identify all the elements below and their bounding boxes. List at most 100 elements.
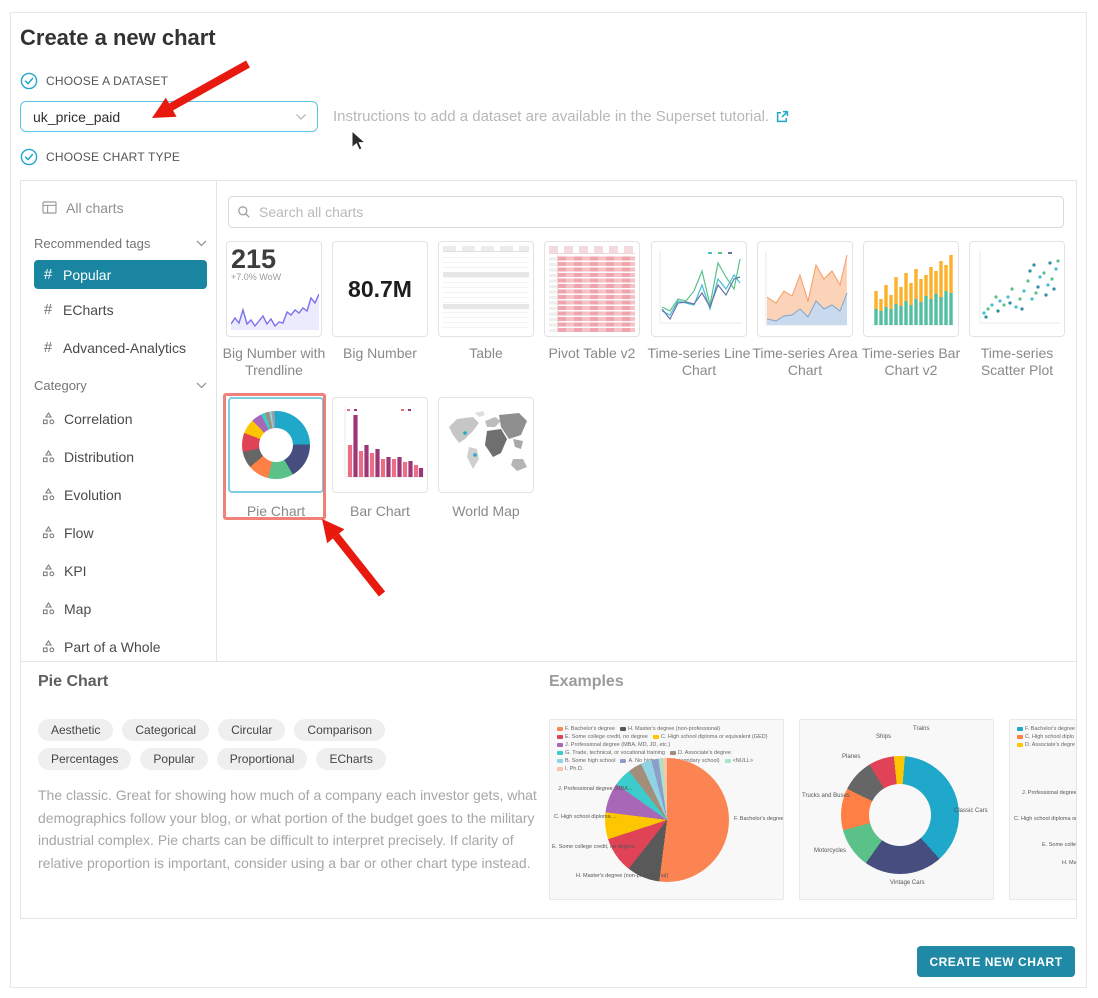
sidebar-item-distribution[interactable]: Distribution [34,442,207,471]
hash-icon: # [42,339,54,356]
legend-item: I. Ph.D. [557,766,583,772]
sidebar-item-label: Part of a Whole [64,639,161,655]
chart-type-card-table[interactable] [438,241,534,337]
example-pie-image-clipped: F. Bachelor's degreeC. High school diplo… [1009,719,1077,900]
chart-type-label[interactable]: Pie Chart [223,503,329,520]
sidebar-item-correlation[interactable]: Correlation [34,404,207,433]
chart-type-card-pie-chart[interactable] [228,397,324,493]
chart-type-card-bar-chart[interactable] [332,397,428,493]
pie-callout: H. Master's degree (non-professional) [576,873,668,879]
sidebar-item-map[interactable]: Map [34,594,207,623]
examples-title: Examples [549,673,624,691]
big-number-preview-value: 215 [231,246,317,272]
chart-type-label[interactable]: Big Number [327,345,433,362]
tag-pill: Categorical [122,719,209,741]
tag-pill: ECharts [316,748,385,770]
sidebar-item-evolution[interactable]: Evolution [34,480,207,509]
group-header-label: Category [34,378,87,393]
category-icon [42,640,55,653]
chevron-down-icon [196,240,207,247]
chart-tags-row-1: AestheticCategoricalCircularComparison [38,719,385,741]
pie-callout: H. Mast [1062,860,1077,866]
sidebar-item-label: Flow [64,525,94,541]
legend-item: D. Associate's degre [1017,742,1075,748]
tag-pill: Aesthetic [38,719,113,741]
hash-icon: # [42,301,54,318]
selected-chart-title: Pie Chart [38,673,108,691]
chart-type-label[interactable]: Bar Chart [327,503,433,520]
chart-type-label[interactable]: Time-series Area Chart [752,345,858,379]
choose-chart-type-step: CHOOSE CHART TYPE [20,148,180,166]
external-link-icon[interactable] [775,110,789,124]
search-icon [237,205,251,219]
chart-type-label[interactable]: Big Number with Trendline [221,345,327,379]
chart-type-label[interactable]: World Map [433,503,539,520]
chart-type-label[interactable]: Pivot Table v2 [539,345,645,362]
category-icon [42,602,55,615]
chart-type-card-world-map[interactable] [438,397,534,493]
legend-item: C. High school diplo [1017,734,1074,740]
pie-callout: C. High school diploma ... [554,814,617,820]
dataset-instructions: Instructions to add a dataset are availa… [333,108,789,125]
sidebar-item-kpi[interactable]: KPI [34,556,207,585]
tag-pill: Percentages [38,748,131,770]
donut-label: Vintage Cars [890,880,925,886]
sidebar-item-echarts[interactable]: # ECharts [34,295,207,324]
sidebar-item-label: KPI [64,563,87,579]
donut-label: Ships [876,734,891,740]
trendline-sparkline [231,286,319,332]
category-icon [42,488,55,501]
chart-type-card-ts-line[interactable] [651,241,747,337]
chart-type-card-big-number[interactable]: 80.7M [332,241,428,337]
sidebar-item-label: Map [64,601,91,617]
tag-pill: Popular [140,748,207,770]
tag-pill: Circular [218,719,285,741]
check-circle-icon [20,148,38,166]
create-chart-page: Create a new chart CHOOSE A DATASET uk_p… [0,0,1098,998]
donut-label: Classic Cars [954,808,988,814]
details-divider [21,661,1076,662]
sidebar-item-popular[interactable]: # Popular [34,260,207,289]
chart-type-label[interactable]: Time-series Scatter Plot [964,345,1070,379]
bar-chart-preview [337,402,425,490]
dataset-instructions-text: Instructions to add a dataset are availa… [333,108,769,125]
chart-type-label[interactable]: Time-series Line Chart [646,345,752,379]
table-preview [443,246,529,332]
group-header-category[interactable]: Category [34,378,207,393]
bar-chart-v2-preview [868,246,956,334]
dataset-select[interactable]: uk_price_paid [20,101,318,132]
legend-item: <NULL> [725,758,754,764]
example-pie [605,758,729,882]
example-donut-image: Trains Ships Planes Trucks and Buses Mot… [799,719,994,900]
search-input[interactable] [228,196,1064,228]
chart-type-card-ts-area[interactable] [757,241,853,337]
chart-type-label[interactable]: Time-series Bar Chart v2 [858,345,964,379]
sidebar-item-label: Evolution [64,487,122,503]
donut-label: Planes [842,754,860,760]
group-header-recommended-tags[interactable]: Recommended tags [34,236,207,251]
hash-icon: # [42,266,54,283]
chart-type-card-ts-scatter[interactable] [969,241,1065,337]
chart-type-card-ts-bar[interactable] [863,241,959,337]
pie-callout: J. Professional degree (MBA... [558,786,633,792]
tag-pill: Proportional [217,748,308,770]
chevron-down-icon [295,113,307,121]
category-icon [42,564,55,577]
chart-type-card-big-number-trendline[interactable]: 215 +7.0% WoW [226,241,322,337]
check-circle-icon [20,72,38,90]
sidebar-item-part-of-a-whole[interactable]: Part of a Whole [34,632,207,661]
sidebar-divider [216,181,217,661]
chevron-down-icon [196,382,207,389]
line-chart-preview [656,246,744,334]
create-new-chart-button[interactable]: CREATE NEW CHART [917,946,1075,977]
world-map-preview [443,402,531,490]
sidebar-item-label: Advanced-Analytics [63,340,186,356]
sidebar-item-advanced-analytics[interactable]: # Advanced-Analytics [34,333,207,362]
sidebar-item-flow[interactable]: Flow [34,518,207,547]
category-icon [42,412,55,425]
chart-type-label[interactable]: Table [433,345,539,362]
sidebar-item-all-charts[interactable]: All charts [34,193,207,222]
chart-type-card-pivot-table[interactable] [544,241,640,337]
chart-search [228,196,1064,228]
sidebar-item-label: Distribution [64,449,134,465]
